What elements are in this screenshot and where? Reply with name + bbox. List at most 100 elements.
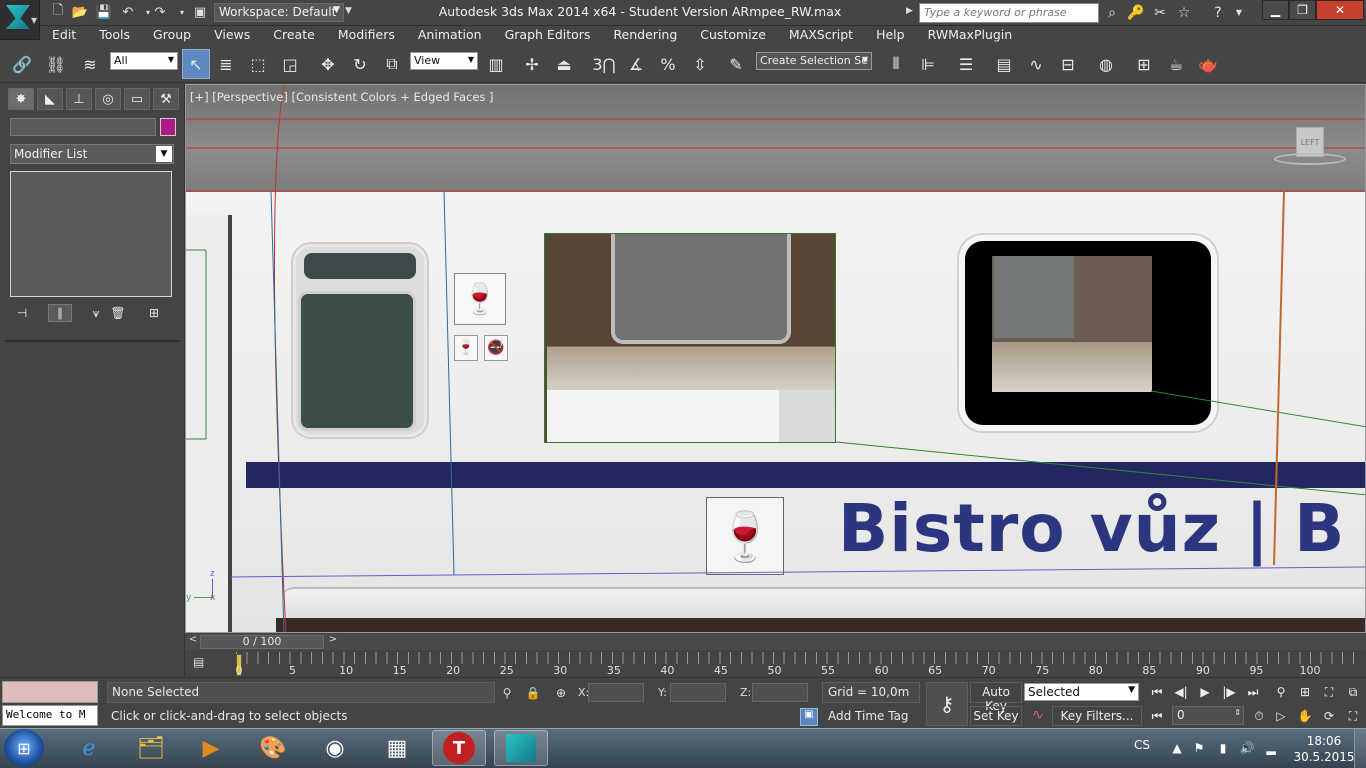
clock[interactable]: 18:06 30.5.2015 [1292,733,1356,765]
key-mode-dropdown[interactable]: Selected ▼ [1024,683,1139,701]
render-setup-icon[interactable]: ⊞ [1130,49,1158,79]
keyboard-shortcut-override-icon[interactable]: ⏏ [550,49,578,79]
time-configuration-icon[interactable]: ⏱ [1248,707,1270,725]
angle-snap-icon[interactable]: ∡ [622,49,650,79]
start-button-icon[interactable]: ⊞ [4,729,44,767]
network-signal-icon[interactable]: ▂ [1262,739,1280,757]
media-player-icon[interactable]: ▶ [184,730,238,766]
edit-named-selection-icon[interactable]: ✎ [722,49,750,79]
pin-stack-icon[interactable]: ⊣ [10,304,34,322]
viewport-label[interactable]: [+] [Perspective] [Consistent Colors + E… [190,90,494,104]
y-coordinate-field[interactable] [670,683,726,702]
graphite-modeling-tools-icon[interactable]: ▤ [990,49,1018,79]
snaps-toggle-icon[interactable]: 3⋂ [590,49,618,79]
current-frame-field[interactable]: 0 ⇕ [1172,706,1244,725]
previous-frame-arrow-icon[interactable]: < [186,634,200,650]
select-by-name-icon[interactable]: ≣ [212,49,240,79]
viewcube[interactable]: LEFT [1274,123,1346,169]
display-tab-icon[interactable]: ▭ [124,88,150,110]
maxscript-mini-listener-pink[interactable] [2,681,98,703]
bind-to-space-warp-icon[interactable]: ≋ [76,49,104,79]
z-coordinate-field[interactable] [752,683,808,702]
communication-center-icon[interactable]: ✂ [1149,3,1171,22]
action-center-flag-icon[interactable]: ⚑ [1190,739,1208,757]
infocenter-search-input[interactable]: Type a keyword or phrase [919,3,1099,23]
select-and-rotate-icon[interactable]: ↻ [346,49,374,79]
menu-modifiers[interactable]: Modifiers [326,26,406,45]
selection-filter-dropdown[interactable]: All ▼ [110,52,178,70]
time-slider[interactable] [185,634,1366,650]
rectangular-selection-region-icon[interactable]: ⬚ [244,49,272,79]
window-crossing-icon[interactable]: ◲ [276,49,304,79]
menu-customize[interactable]: Customize [688,26,777,45]
set-keys-key-icon[interactable]: ⚷ [926,682,968,726]
make-unique-icon[interactable]: ⩛ [84,304,108,322]
menu-help[interactable]: Help [864,26,916,45]
next-frame-icon[interactable]: |▶ [1218,683,1240,701]
show-end-result-icon[interactable]: ∥ [48,304,72,322]
mirror-icon[interactable]: ⫴ [882,49,910,79]
previous-frame-icon[interactable]: ◀| [1170,683,1192,701]
expand-search-icon[interactable]: ▶ [906,3,918,22]
menu-create[interactable]: Create [261,26,326,45]
next-frame-arrow-icon[interactable]: > [326,634,340,650]
favorites-star-icon[interactable]: ☆ [1173,3,1195,22]
track-ruler[interactable] [236,652,1362,664]
remove-modifier-icon[interactable]: 🗑 [106,304,130,322]
show-desktop-button[interactable] [1354,729,1366,768]
add-time-tag-button[interactable]: Add Time Tag [822,707,920,727]
key-filters-button[interactable]: Key Filters... [1052,706,1142,726]
select-and-manipulate-icon[interactable]: ✢ [518,49,546,79]
zoom-extents-icon[interactable]: ⛶ [1318,683,1340,701]
unlink-selection-icon[interactable]: ⛓ [42,49,70,79]
train-simulator-icon[interactable]: T [432,730,486,766]
chrome-icon[interactable]: ◉ [308,730,362,766]
pan-view-icon[interactable]: ✋ [1294,707,1316,725]
maxscript-mini-listener[interactable]: Welcome to M [2,705,98,726]
file-explorer-icon[interactable]: 🗂 [124,730,178,766]
quick-access-dropdown-icon[interactable]: ▼ [345,3,357,22]
percent-snap-icon[interactable]: % [654,49,682,79]
mini-curve-editor-icon[interactable]: ▤ [193,655,217,675]
object-name-field[interactable] [10,118,156,136]
menu-views[interactable]: Views [202,26,261,45]
curve-editor-icon[interactable]: ∿ [1022,49,1050,79]
motion-tab-icon[interactable]: ◎ [95,88,121,110]
go-to-start-icon[interactable]: ⏮ [1146,683,1168,701]
menu-tools[interactable]: Tools [87,26,141,45]
menu-graph-editors[interactable]: Graph Editors [493,26,602,45]
rendered-frame-window-icon[interactable]: ☕ [1162,49,1190,79]
menu-animation[interactable]: Animation [406,26,493,45]
workspace-dropdown[interactable]: Workspace: Default ▼ [214,3,344,22]
menu-rendering[interactable]: Rendering [601,26,688,45]
help-icon[interactable]: ? [1207,3,1229,22]
volume-icon[interactable]: 🔊 [1238,739,1256,757]
configure-modifier-sets-icon[interactable]: ⊞ [142,304,166,322]
select-and-move-icon[interactable]: ✥ [314,49,342,79]
named-selection-set-dropdown[interactable]: Create Selection Se ▼ [756,52,872,70]
application-button[interactable]: ▼ [0,0,40,40]
modify-tab-icon[interactable]: ◣ [37,88,63,110]
schematic-view-icon[interactable]: ⊟ [1054,49,1082,79]
hierarchy-tab-icon[interactable]: ⊥ [66,88,92,110]
perspective-viewport[interactable]: [+] [Perspective] [Consistent Colors + E… [185,84,1366,633]
x-coordinate-field[interactable] [588,683,644,702]
power-icon[interactable]: ▮ [1214,739,1232,757]
key-mode-toggle-icon[interactable]: ⏮ [1146,707,1168,725]
close-icon[interactable]: ✕ [1316,0,1364,20]
open-file-icon[interactable]: 📂 [70,3,90,21]
3dsmax-taskbar-icon[interactable] [494,730,548,766]
orbit-icon[interactable]: ⟳ [1318,707,1340,725]
viewcube-compass-ring[interactable] [1274,153,1346,165]
default-tangent-icon[interactable]: ∿ [1027,707,1049,725]
select-object-icon[interactable]: ↖ [182,49,210,79]
modifier-stack[interactable] [10,171,172,297]
redo-icon[interactable]: ↷ [150,3,170,21]
select-and-link-icon[interactable]: 🔗 [8,49,36,79]
menu-maxscript[interactable]: MAXScript [777,26,864,45]
select-and-scale-icon[interactable]: ⧉ [378,49,406,79]
create-tab-icon[interactable]: ✸ [8,88,34,110]
set-key-button[interactable]: Set Key [970,706,1022,726]
new-file-icon[interactable]: 🗋 [48,3,68,21]
help-dropdown-icon[interactable]: ▼ [1228,3,1250,22]
